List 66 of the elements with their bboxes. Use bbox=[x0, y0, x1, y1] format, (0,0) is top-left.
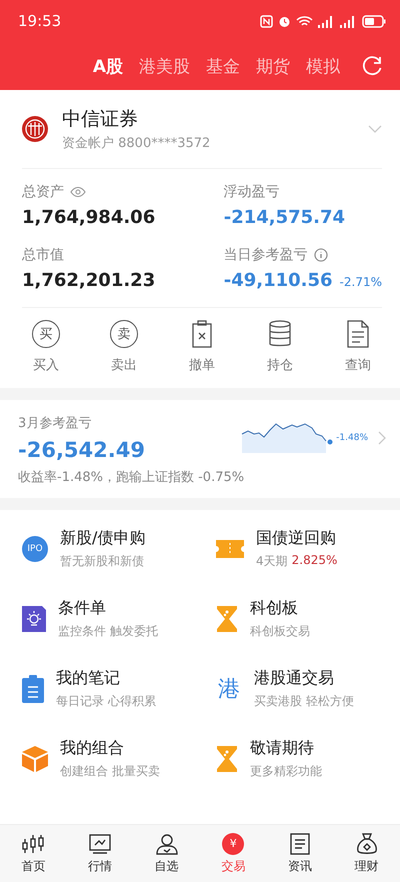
refresh-icon[interactable] bbox=[362, 56, 382, 76]
chevron-down-icon[interactable] bbox=[368, 125, 382, 133]
feature-item[interactable]: 条件单 监控条件 触发委托 bbox=[0, 584, 200, 654]
trade-action[interactable]: 撤单 bbox=[174, 320, 230, 374]
feature-item[interactable]: IPO 新股/债申购 暂无新股和新债 bbox=[0, 514, 200, 584]
candlestick-icon bbox=[22, 832, 44, 854]
alarm-icon bbox=[278, 14, 291, 28]
monitor-chart-icon bbox=[88, 832, 111, 854]
database-icon bbox=[269, 320, 291, 348]
sparkline-label: -1.48% bbox=[336, 433, 368, 443]
month-value: -26,542.49 bbox=[18, 438, 146, 462]
battery-icon bbox=[362, 14, 386, 28]
trade-action[interactable]: 买 买入 bbox=[18, 320, 74, 374]
account-number: 资金帐户 8800****3572 bbox=[62, 135, 212, 152]
nav-tab[interactable]: 自选 bbox=[142, 832, 192, 874]
feature-item[interactable]: 国债逆回购 4天期 2.825% bbox=[200, 514, 400, 584]
clipboard-x-icon bbox=[192, 320, 212, 348]
status-time: 19:53 bbox=[18, 12, 62, 30]
feature-item[interactable]: 科创板 科创板交易 bbox=[200, 584, 400, 654]
nav-tab[interactable]: ¥ 交易 bbox=[208, 832, 258, 874]
yen-icon: ¥ bbox=[222, 832, 244, 854]
person-icon bbox=[156, 832, 178, 854]
trade-action[interactable]: 持仓 bbox=[252, 320, 308, 374]
circle-icon: 卖 bbox=[110, 320, 138, 348]
feature-item[interactable]: 我的组合 创建组合 批量买卖 bbox=[0, 724, 200, 794]
document-icon bbox=[347, 320, 369, 348]
stat-label: 浮动盈亏 bbox=[224, 183, 280, 201]
stat-value: -49,110.56 bbox=[224, 270, 333, 291]
cube-icon bbox=[22, 746, 48, 772]
signal-icon bbox=[318, 14, 335, 28]
signal-icon bbox=[340, 14, 357, 28]
money-bag-icon bbox=[356, 832, 378, 854]
stat-percent: -2.71% bbox=[340, 275, 382, 289]
nav-tab[interactable]: 资讯 bbox=[274, 832, 325, 874]
hourglass-icon bbox=[216, 746, 238, 772]
nav-tab[interactable]: 理财 bbox=[342, 832, 392, 874]
market-tab[interactable]: A股 bbox=[84, 54, 131, 78]
news-icon bbox=[290, 832, 310, 854]
stat-value: 1,764,984.06 bbox=[22, 207, 156, 228]
nav-tab[interactable]: 行情 bbox=[74, 832, 125, 874]
ipo-icon: IPO bbox=[22, 536, 48, 562]
info-icon[interactable] bbox=[314, 248, 328, 262]
trade-action[interactable]: 卖 卖出 bbox=[96, 320, 152, 374]
month-summary: 收益率-1.48%，跑输上证指数 -0.75% bbox=[18, 469, 246, 486]
ticket-icon bbox=[216, 540, 244, 558]
hourglass-icon bbox=[216, 606, 238, 632]
broker-logo-icon bbox=[22, 116, 48, 142]
circle-icon: 买 bbox=[32, 320, 60, 348]
trade-action[interactable]: 查询 bbox=[330, 320, 386, 374]
hk-icon: 港 bbox=[216, 674, 242, 704]
notepad-icon bbox=[22, 675, 44, 703]
stat-value: 1,762,201.23 bbox=[22, 270, 156, 291]
broker-name: 中信证券 bbox=[62, 107, 139, 132]
stat-label: 总资产 bbox=[22, 183, 64, 201]
stat-label: 总市值 bbox=[22, 246, 64, 264]
eye-icon[interactable] bbox=[70, 187, 86, 197]
stat-value: -214,575.74 bbox=[224, 207, 346, 228]
feature-item[interactable]: 敬请期待 更多精彩功能 bbox=[200, 724, 400, 794]
wifi-icon bbox=[296, 14, 313, 28]
chevron-right-icon[interactable] bbox=[378, 431, 386, 445]
bulb-icon bbox=[22, 606, 46, 632]
feature-item[interactable]: 我的笔记 每日记录 心得积累 bbox=[0, 654, 200, 724]
month-title: 3月参考盈亏 bbox=[18, 415, 92, 432]
stat-label: 当日参考盈亏 bbox=[224, 246, 308, 264]
nav-tab[interactable]: 首页 bbox=[8, 832, 58, 874]
nfc-icon bbox=[260, 14, 273, 28]
